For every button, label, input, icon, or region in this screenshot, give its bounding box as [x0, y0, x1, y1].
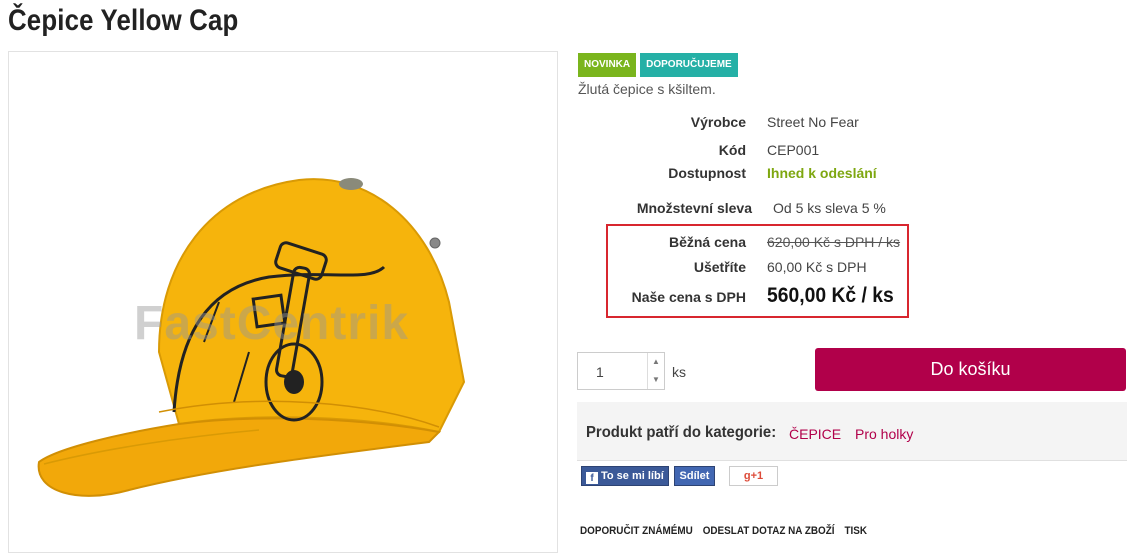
category-link-cepice[interactable]: ČEPICE — [789, 426, 841, 442]
quantity-spinner[interactable]: ▲ ▼ — [647, 353, 664, 389]
ask-question-link[interactable]: ODESLAT DOTAZ NA ZBOŽÍ — [703, 525, 835, 537]
category-label: Produkt patří do kategorie: — [586, 424, 777, 441]
quantity-input[interactable]: 1 — [596, 364, 604, 380]
product-actions: DOPORUČIT ZNÁMÉMU ODESLAT DOTAZ NA ZBOŽÍ… — [580, 525, 874, 537]
our-price-value: 560,00 Kč / ks — [767, 284, 894, 307]
facebook-like-label: To se mi líbí — [601, 470, 664, 482]
our-price-label: Naše cena s DPH — [631, 289, 746, 305]
spin-down-icon[interactable]: ▼ — [648, 371, 664, 389]
code-value: CEP001 — [767, 142, 820, 158]
manufacturer-value: Street No Fear — [767, 114, 859, 130]
product-image[interactable]: FastCentrik — [8, 51, 558, 553]
badge-recommended: DOPORUČUJEME — [640, 53, 738, 77]
category-box: Produkt patří do kategorie: ČEPICE Pro h… — [577, 402, 1127, 461]
availability-label: Dostupnost — [668, 165, 746, 181]
page-title: Čepice Yellow Cap — [8, 4, 239, 37]
facebook-icon: f — [586, 472, 598, 484]
facebook-share-button[interactable]: Sdílet — [674, 466, 715, 486]
manufacturer-label: Výrobce — [690, 114, 746, 130]
regular-price-value: 620,00 Kč s DPH / ks — [767, 234, 901, 250]
quantity-stepper[interactable]: 1 ▲ ▼ — [577, 352, 665, 390]
add-to-cart-button[interactable]: Do košíku — [815, 348, 1126, 391]
discount-value: Od 5 ks sleva 5 % — [773, 200, 886, 216]
google-plus-button[interactable]: g+1 — [729, 466, 778, 486]
badge-row: NOVINKA DOPORUČUJEME — [578, 53, 738, 77]
regular-price-label: Běžná cena — [668, 234, 746, 250]
spin-up-icon[interactable]: ▲ — [648, 353, 664, 371]
availability-value: Ihned k odeslání — [767, 165, 877, 181]
print-link[interactable]: TISK — [844, 525, 867, 537]
product-description: Žlutá čepice s kšiltem. — [578, 81, 716, 97]
savings-value: 60,00 Kč s DPH — [767, 259, 867, 275]
category-link-pro-holky[interactable]: Pro holky — [855, 426, 913, 442]
quantity-unit: ks — [672, 364, 686, 380]
recommend-link[interactable]: DOPORUČIT ZNÁMÉMU — [580, 525, 693, 537]
google-plus-icon: g — [743, 470, 751, 482]
google-plus-label: +1 — [750, 470, 764, 482]
discount-label: Množstevní sleva — [636, 200, 752, 216]
facebook-like-button[interactable]: f To se mi líbí — [581, 466, 669, 486]
code-label: Kód — [718, 142, 746, 158]
watermark: FastCentrik — [134, 297, 410, 350]
savings-label: Ušetříte — [693, 259, 746, 275]
badge-new: NOVINKA — [578, 53, 637, 77]
